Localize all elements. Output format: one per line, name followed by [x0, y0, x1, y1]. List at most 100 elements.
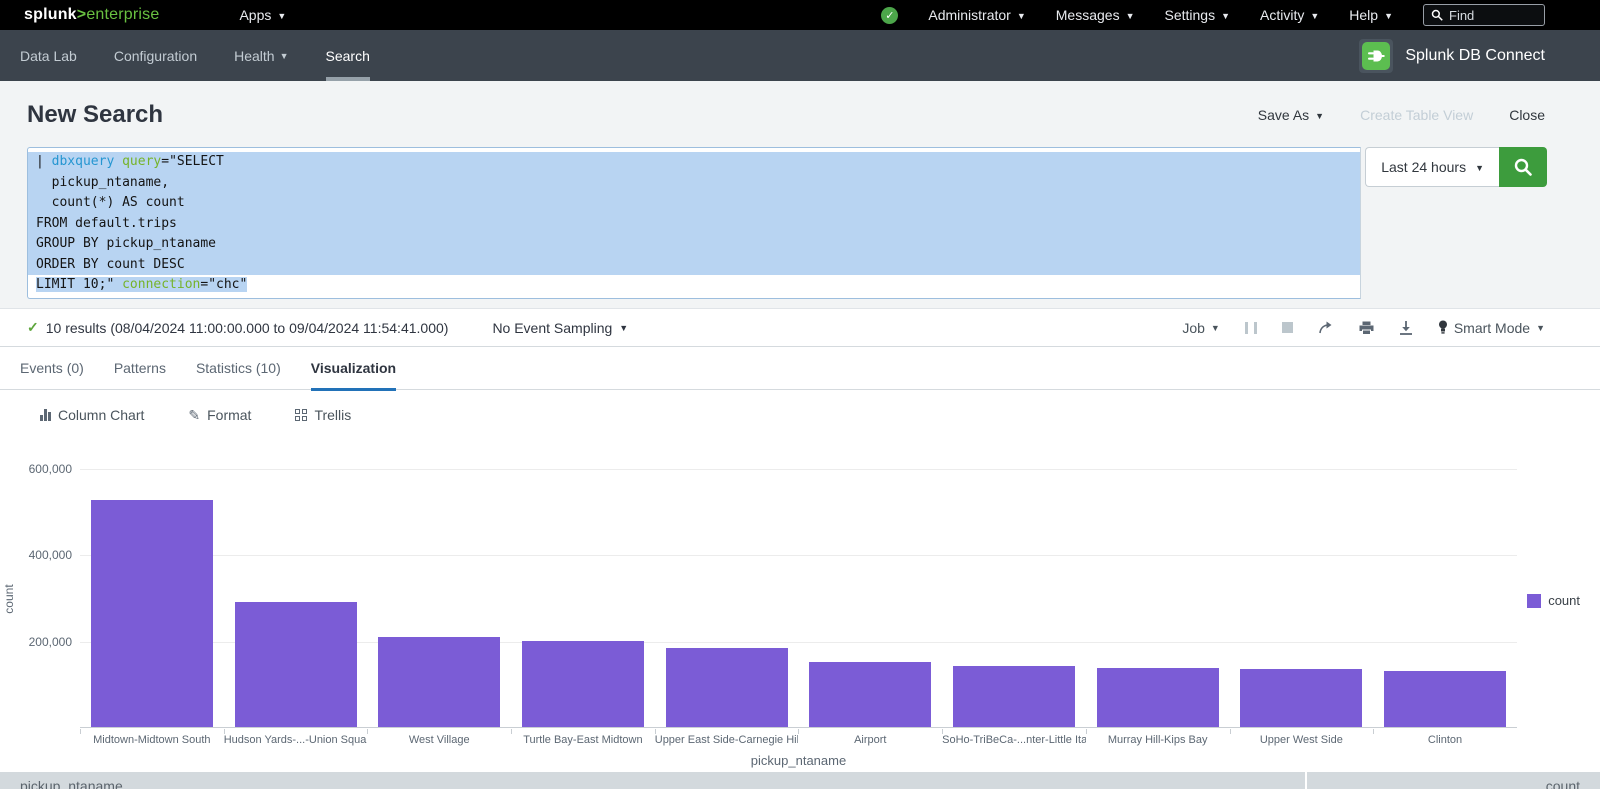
bar-2[interactable]: [235, 602, 357, 727]
chart-legend[interactable]: count: [1527, 593, 1580, 608]
column-header-pickup-ntaname[interactable]: pickup_ntaname: [0, 772, 1305, 789]
chevron-down-icon: ▼: [277, 12, 286, 21]
search-icon: [1513, 157, 1533, 177]
x-tick-label: SoHo-TriBeCa-...nter-Little Italy: [942, 729, 1086, 746]
nav-item-configuration[interactable]: Configuration: [114, 30, 197, 81]
apps-label: Apps: [239, 7, 271, 23]
chevron-down-icon: ▼: [1536, 324, 1545, 333]
search-mode-menu[interactable]: Smart Mode▼: [1438, 320, 1545, 336]
logo-part-enterprise: enterprise: [86, 6, 159, 23]
top-bar: splunk>enterprise Apps ▼ ✓ Administrator▼…: [0, 0, 1600, 30]
column-header-count[interactable]: count: [1305, 772, 1600, 789]
nav-item-search[interactable]: Search: [326, 30, 370, 81]
bar-10[interactable]: [1384, 671, 1506, 727]
page-header: New Search Save As▼ Create Table View Cl…: [0, 81, 1600, 139]
stop-job-icon[interactable]: [1282, 322, 1293, 333]
event-sampling-menu[interactable]: No Event Sampling▼: [492, 320, 628, 336]
query-line[interactable]: count(*) AS count: [28, 193, 1360, 214]
topbar-right: ✓ Administrator▼ Messages▼ Settings▼ Act…: [881, 4, 1545, 26]
close-button[interactable]: Close: [1509, 107, 1545, 123]
page-title: New Search: [27, 101, 163, 129]
time-range-group: Last 24 hours▼: [1365, 147, 1547, 187]
print-icon[interactable]: [1359, 321, 1374, 335]
search-icon: [1431, 9, 1443, 21]
bar-8[interactable]: [1097, 668, 1219, 727]
search-bar-area: | dbxquery query="SELECT pickup_ntaname,…: [0, 139, 1600, 309]
share-job-icon[interactable]: [1318, 321, 1334, 335]
x-tick-label: West Village: [367, 729, 511, 746]
search-query-input[interactable]: | dbxquery query="SELECT pickup_ntaname,…: [27, 147, 1361, 299]
results-tabs: Events (0) Patterns Statistics (10) Visu…: [0, 347, 1600, 390]
query-line[interactable]: FROM default.trips: [28, 214, 1360, 235]
nav-item-data-lab[interactable]: Data Lab: [20, 30, 77, 81]
nav-item-health[interactable]: Health▼: [234, 30, 288, 81]
x-tick-label: Murray Hill-Kips Bay: [1086, 729, 1230, 746]
bar-6[interactable]: [809, 662, 931, 727]
chart-type-picker[interactable]: Column Chart: [40, 407, 144, 423]
x-tick-label: Hudson Yards-...-Union Square: [224, 729, 368, 746]
header-actions: Save As▼ Create Table View Close: [1258, 107, 1545, 123]
gridline: [80, 469, 1517, 470]
y-tick-label: 600,000: [29, 462, 72, 476]
tab-events[interactable]: Events (0): [20, 347, 84, 390]
x-tick-label: Airport: [798, 729, 942, 746]
app-identity: Splunk DB Connect: [1359, 39, 1545, 73]
x-tick-label: Upper East Side-Carnegie Hill: [655, 729, 799, 746]
health-status-icon[interactable]: ✓: [881, 7, 898, 24]
column-chart: count 200,000400,000600,000 Midtown-Midt…: [0, 440, 1600, 772]
chart-plot: [80, 469, 1517, 728]
pause-job-icon[interactable]: [1245, 322, 1257, 334]
settings-menu[interactable]: Settings▼: [1165, 7, 1231, 23]
column-chart-icon: [40, 409, 51, 421]
query-line[interactable]: GROUP BY pickup_ntaname: [28, 234, 1360, 255]
chevron-down-icon: ▼: [1126, 12, 1135, 21]
bar-5[interactable]: [666, 648, 788, 727]
time-range-picker[interactable]: Last 24 hours▼: [1365, 147, 1499, 187]
job-done-check-icon: ✓: [27, 319, 39, 336]
results-summary: 10 results (08/04/2024 11:00:00.000 to 0…: [46, 320, 449, 336]
help-menu[interactable]: Help▼: [1349, 7, 1393, 23]
query-line[interactable]: ORDER BY count DESC: [28, 255, 1360, 276]
db-connect-logo-tile: [1359, 39, 1393, 73]
bar-1[interactable]: [91, 500, 213, 727]
chart-yticks: 200,000400,000600,000: [0, 469, 72, 728]
find-search-box[interactable]: [1423, 4, 1545, 26]
tab-patterns[interactable]: Patterns: [114, 347, 166, 390]
chevron-down-icon: ▼: [1384, 12, 1393, 21]
job-menu[interactable]: Job▼: [1182, 320, 1220, 336]
administrator-menu[interactable]: Administrator▼: [928, 7, 1025, 23]
logo-part-splunk: splunk: [24, 6, 77, 23]
pencil-icon: ✎: [188, 407, 200, 424]
run-search-button[interactable]: [1499, 147, 1547, 187]
format-button[interactable]: ✎ Format: [188, 407, 251, 424]
splunk-logo: splunk>enterprise: [24, 6, 159, 24]
export-icon[interactable]: [1399, 321, 1413, 335]
tab-visualization[interactable]: Visualization: [311, 347, 396, 390]
bar-7[interactable]: [953, 666, 1075, 727]
x-tick-label: Upper West Side: [1230, 729, 1374, 746]
bar-3[interactable]: [378, 637, 500, 727]
bar-4[interactable]: [522, 641, 644, 727]
job-status-bar: ✓ 10 results (08/04/2024 11:00:00.000 to…: [0, 309, 1600, 347]
x-tick-label: Clinton: [1373, 729, 1517, 746]
trellis-button[interactable]: Trellis: [295, 407, 351, 423]
x-tick-label: Midtown-Midtown South: [80, 729, 224, 746]
legend-swatch: [1527, 594, 1541, 608]
tab-statistics[interactable]: Statistics (10): [196, 347, 281, 390]
chevron-down-icon: ▼: [1475, 164, 1484, 173]
query-line[interactable]: LIMIT 10;" connection="chc": [28, 275, 1360, 296]
messages-menu[interactable]: Messages▼: [1056, 7, 1135, 23]
logo-chevron: >: [77, 6, 87, 23]
save-as-button[interactable]: Save As▼: [1258, 107, 1324, 123]
gridline: [80, 555, 1517, 556]
query-line[interactable]: | dbxquery query="SELECT: [28, 152, 1360, 173]
apps-menu[interactable]: Apps ▼: [239, 7, 286, 23]
query-line[interactable]: pickup_ntaname,: [28, 173, 1360, 194]
chevron-down-icon: ▼: [280, 52, 289, 61]
create-table-view-button[interactable]: Create Table View: [1360, 107, 1473, 123]
find-input[interactable]: [1449, 8, 1537, 23]
job-controls: Job▼ Smart Mode▼: [1182, 320, 1545, 336]
activity-menu[interactable]: Activity▼: [1260, 7, 1319, 23]
bar-9[interactable]: [1240, 669, 1362, 727]
bulb-icon: [1438, 320, 1448, 335]
